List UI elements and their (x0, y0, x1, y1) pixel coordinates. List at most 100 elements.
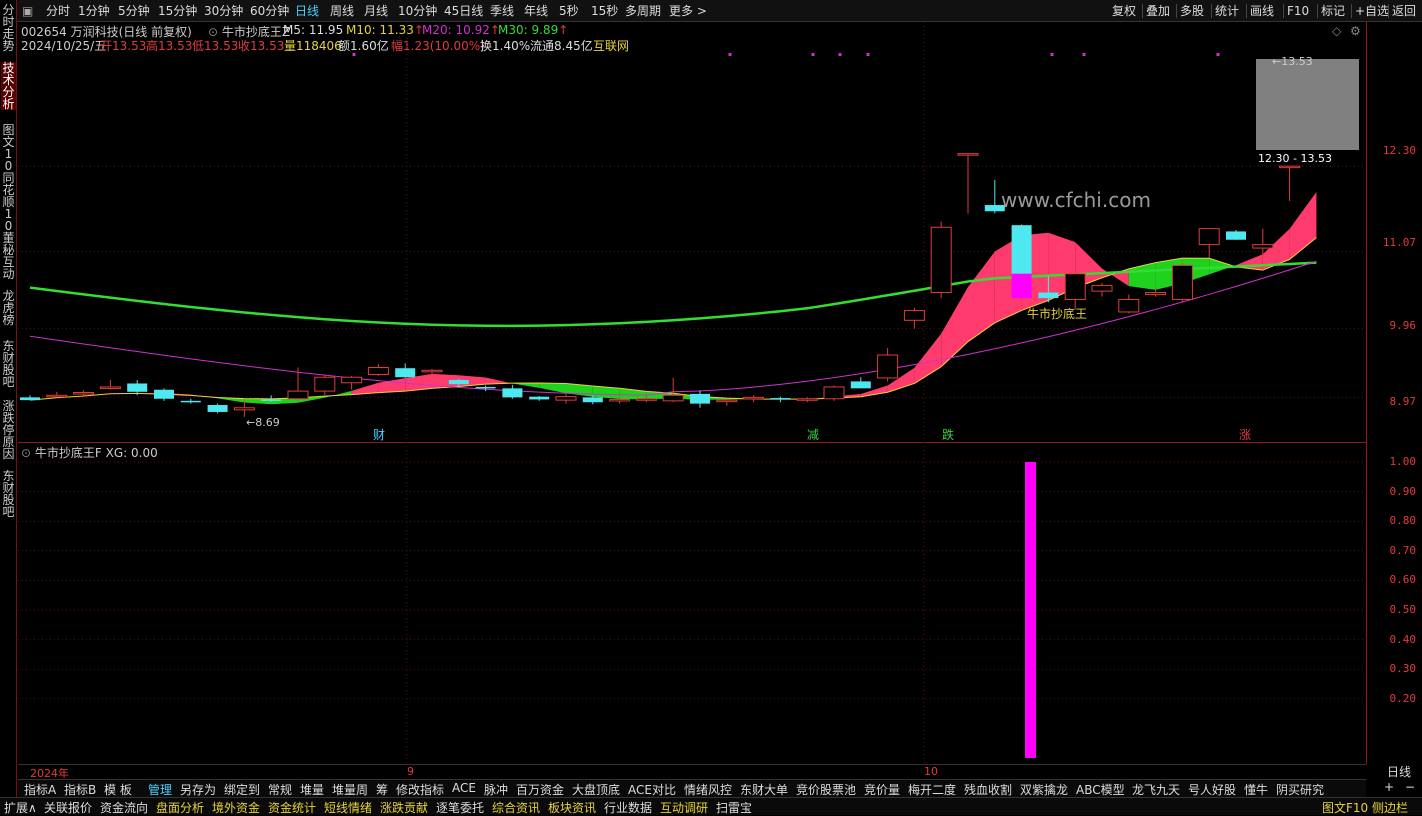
bottom-tab[interactable]: 扫雷宝 (716, 799, 752, 816)
indicator-tab[interactable]: ABC模型 (1076, 781, 1125, 798)
minus-icon[interactable]: − (1405, 780, 1415, 794)
ma-band-segment (539, 383, 566, 393)
indicator-tab[interactable]: 龙飞九天 (1132, 781, 1180, 798)
period-tab[interactable]: 更多 > (669, 3, 707, 19)
indicator-tab[interactable]: 堆量周 (332, 781, 368, 798)
indicator-tab[interactable]: 模 板 (104, 781, 132, 798)
period-tab[interactable]: 分时 (46, 3, 70, 19)
indicator-tab[interactable]: 东财大单 (740, 781, 788, 798)
indicator-tab[interactable]: 绑定到 (224, 781, 260, 798)
period-tab[interactable]: 45日线 (444, 3, 483, 19)
indicator-tab[interactable]: 指标B (64, 781, 96, 798)
indicator-tab[interactable]: 双紫擒龙 (1020, 781, 1068, 798)
indicator-tab[interactable]: 脉冲 (484, 781, 508, 798)
bottom-tab[interactable]: 互动调研 (660, 799, 708, 816)
bottom-tab[interactable]: 涨跌贡献 (380, 799, 428, 816)
indicator-tab-bar: 指标A 指标B 模 板管理另存为绑定到常规堆量堆量周筹修改指标 ACE 脉冲百万资金大盘… (18, 779, 1366, 797)
indicator-tab[interactable]: 管理 (148, 781, 172, 798)
indicator-tab[interactable]: 号人好股 (1188, 781, 1236, 798)
tab-char: 析 (1, 98, 16, 110)
left-tab[interactable]: 分时走势 (1, 4, 16, 52)
left-tab[interactable]: 技术分析 (1, 62, 16, 110)
toolbar-button[interactable]: 多股 (1180, 3, 1204, 19)
event-marker-rise[interactable]: 涨 (1239, 426, 1251, 443)
period-tab[interactable]: 周线 (330, 3, 354, 19)
low-price-value: 8.69 (255, 416, 280, 429)
period-tab[interactable]: 15秒 (591, 3, 618, 19)
period-tab[interactable]: 季线 (490, 3, 514, 19)
period-tab[interactable]: 5分钟 (118, 3, 150, 19)
bottom-tab[interactable]: 境外资金 (212, 799, 260, 816)
period-tab[interactable]: 多周期 (625, 3, 661, 19)
period-tab[interactable]: 10分钟 (398, 3, 437, 19)
signal-dot (812, 53, 815, 56)
toolbar-divider (1351, 4, 1352, 18)
toolbar-button[interactable]: 统计 (1215, 3, 1239, 19)
sub-indicator-chart[interactable]: ⊙ 牛市抄底王F XG: 0.00 (18, 442, 1366, 764)
event-marker-fall[interactable]: 跌 (942, 426, 954, 443)
toolbar-button[interactable]: F10 (1287, 3, 1309, 19)
period-tab[interactable]: 30分钟 (204, 3, 243, 19)
event-marker-finance[interactable]: 财 (373, 426, 385, 443)
bottom-tab[interactable]: 关联报价 (44, 799, 92, 816)
window-menu-icon[interactable]: ▣ (22, 3, 33, 19)
bottom-tab[interactable]: 短线情绪 (324, 799, 372, 816)
indicator-tab[interactable]: 指标A (24, 781, 56, 798)
indicator-tab[interactable]: 阴买研究 (1276, 781, 1324, 798)
bottom-tab[interactable]: 资金统计 (268, 799, 316, 816)
indicator-tab[interactable]: 常规 (268, 781, 292, 798)
bottom-tab[interactable]: 盘面分析 (156, 799, 204, 816)
toolbar-button[interactable]: +自选 (1355, 3, 1389, 19)
period-tab[interactable]: 5秒 (559, 3, 579, 19)
main-kline-chart[interactable]: 002654 万润科技(日线 前复权) ⊙ 牛市抄底王Z M5: 11.95 M… (18, 22, 1366, 442)
bottom-tab[interactable]: 板块资讯 (548, 799, 596, 816)
indicator-tab[interactable]: ACE对比 (628, 781, 676, 798)
toolbar-button[interactable]: 画线 (1250, 3, 1274, 19)
indicator-tab[interactable]: 竞价股票池 (796, 781, 856, 798)
indicator-tab[interactable]: 情绪风控 (684, 781, 732, 798)
add-icon[interactable]: + (1384, 780, 1394, 794)
left-tab[interactable]: 同花顺10 (1, 172, 16, 232)
indicator-tab[interactable]: 另存为 (180, 781, 216, 798)
sidebar-toggle[interactable]: 图文F10 侧边栏 (1322, 799, 1408, 816)
indicator-tab[interactable]: 竞价量 (864, 781, 900, 798)
indicator-tab[interactable]: 懂牛 (1244, 781, 1268, 798)
indicator-tab[interactable]: ACE (452, 781, 476, 795)
period-label: 日线 (1387, 763, 1411, 780)
indicator-tab[interactable]: 修改指标 (396, 781, 444, 798)
indicator-tab[interactable]: 百万资金 (516, 781, 564, 798)
indicator-tab[interactable]: 残血收割 (964, 781, 1012, 798)
bottom-tab[interactable]: 逐笔委托 (436, 799, 484, 816)
period-tab[interactable]: 15分钟 (158, 3, 197, 19)
left-tab[interactable]: 东财股吧 (1, 470, 16, 518)
indicator-tab[interactable]: 筹 (376, 781, 388, 798)
period-tab[interactable]: 年线 (524, 3, 548, 19)
candle-body (958, 154, 978, 156)
indicator-tab[interactable]: 大盘顶底 (572, 781, 620, 798)
toolbar-button[interactable]: 返回 (1392, 3, 1416, 19)
event-marker-reduce[interactable]: 减 (807, 426, 819, 443)
left-tab[interactable]: 龙虎榜 (1, 290, 16, 326)
toolbar-button[interactable]: 叠加 (1146, 3, 1170, 19)
left-tab[interactable]: 涨跌停原因 (1, 400, 16, 460)
bottom-tab[interactable]: 行业数据 (604, 799, 652, 816)
candle-body (1092, 286, 1112, 292)
time-axis-label: 9 (407, 765, 414, 778)
sub-axis-tick: 0.20 (1390, 692, 1417, 705)
bottom-tab[interactable]: 扩展∧ (4, 799, 37, 816)
period-tab[interactable]: 1分钟 (78, 3, 110, 19)
candle-body (931, 227, 951, 292)
left-tab[interactable]: 东财股吧 (1, 340, 16, 388)
period-tab[interactable]: 日线 (295, 3, 319, 19)
left-tab[interactable]: 董秘互动 (1, 232, 16, 280)
toolbar-button[interactable]: 标记 (1321, 3, 1345, 19)
period-tab[interactable]: 月线 (364, 3, 388, 19)
indicator-tab[interactable]: 梅开二度 (908, 781, 956, 798)
indicator-tab[interactable]: 堆量 (300, 781, 324, 798)
toolbar-button[interactable]: 复权 (1112, 3, 1136, 19)
left-tab[interactable]: 图文10 (1, 124, 16, 172)
period-tab[interactable]: 60分钟 (250, 3, 289, 19)
candle-body (1038, 293, 1058, 299)
bottom-tab[interactable]: 综合资讯 (492, 799, 540, 816)
bottom-tab[interactable]: 资金流向 (100, 799, 148, 816)
